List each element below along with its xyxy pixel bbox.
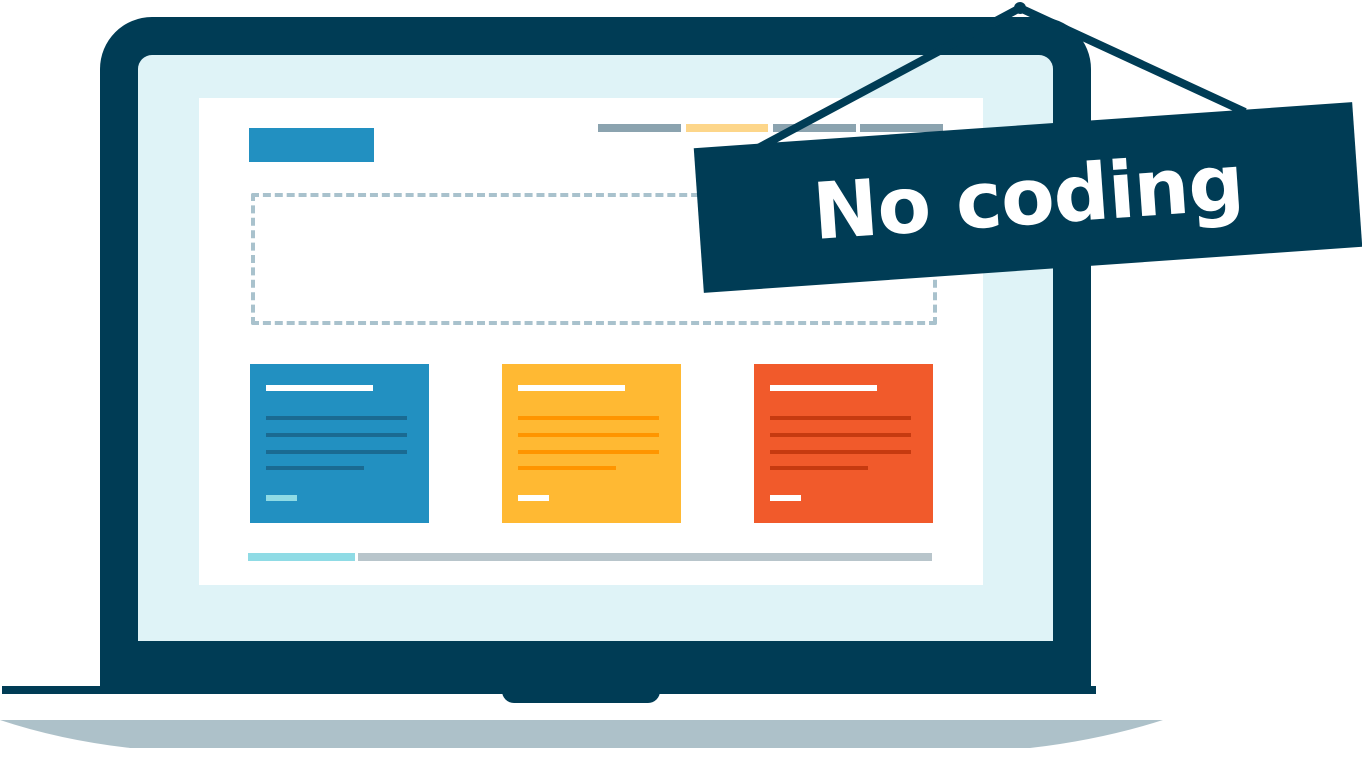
- card-text-line: [770, 416, 911, 420]
- feature-card-yellow: [502, 364, 681, 523]
- logo-placeholder: [249, 128, 374, 162]
- card-text-line: [518, 433, 659, 437]
- card-button: [266, 495, 297, 501]
- nav-item-3: [773, 124, 856, 132]
- feature-card-orange: [754, 364, 933, 523]
- card-text-line: [266, 433, 407, 437]
- card-button: [770, 495, 801, 501]
- card-text-line: [266, 466, 364, 470]
- card-text-line: [770, 466, 868, 470]
- nav-item-1: [598, 124, 681, 132]
- laptop-base: [0, 720, 1163, 748]
- card-text-line: [518, 416, 659, 420]
- footer-accent-bar: [248, 553, 355, 561]
- card-text-line: [266, 416, 407, 420]
- nav-item-2: [686, 124, 768, 132]
- feature-card-blue: [250, 364, 429, 523]
- card-text-line: [518, 466, 616, 470]
- card-button: [518, 495, 549, 501]
- footer-bar: [358, 553, 932, 561]
- card-title-line: [518, 385, 625, 391]
- card-text-line: [266, 450, 407, 454]
- card-title-line: [266, 385, 373, 391]
- laptop-notch: [502, 686, 660, 703]
- card-text-line: [770, 433, 911, 437]
- card-title-line: [770, 385, 877, 391]
- card-text-line: [770, 450, 911, 454]
- card-text-line: [518, 450, 659, 454]
- sign-text: No coding: [809, 137, 1247, 258]
